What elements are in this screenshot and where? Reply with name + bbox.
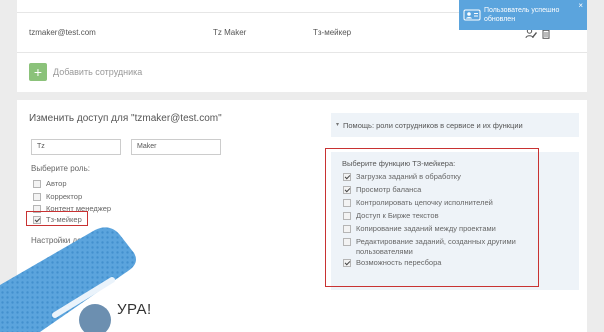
function-label: Возможность пересбора (356, 258, 442, 267)
role-label: Автор (46, 179, 67, 188)
celebration-caption: УРА! (117, 301, 152, 318)
function-option[interactable]: Возможность пересбора (343, 258, 441, 267)
close-icon[interactable]: × (578, 1, 583, 10)
toast-message: Пользователь успешно обновлен (484, 7, 560, 23)
function-label: Просмотр баланса (356, 185, 422, 194)
table-divider (17, 52, 587, 53)
function-label: Доступ к Бирже текстов (356, 211, 439, 220)
function-label: Копирование заданий между проектами (356, 224, 496, 233)
role-checkbox[interactable] (33, 179, 41, 188)
user-card-icon (463, 9, 481, 21)
function-checkbox[interactable] (343, 224, 351, 233)
user-role-cell: Тз-мейкер (313, 28, 352, 37)
functions-title: Выберите функцию ТЗ-мейкера: (342, 159, 456, 168)
function-label: Загрузка заданий в обработку (356, 172, 461, 181)
last-name-field[interactable]: Maker (131, 139, 221, 155)
success-toast: Пользователь успешно обновлен × (459, 0, 587, 30)
user-email-cell: tzmaker@test.com (29, 28, 96, 37)
function-checkbox[interactable] (343, 185, 351, 194)
function-checkbox[interactable] (343, 172, 351, 181)
chevron-down-icon: ▾ (336, 122, 340, 128)
choose-role-label: Выберите роль: (31, 164, 90, 173)
role-option-author[interactable]: Автор (33, 179, 67, 188)
function-option[interactable]: Контролировать цепочку исполнителей (343, 198, 493, 207)
function-checkbox[interactable] (343, 198, 351, 207)
function-label: Редактирование заданий, созданных другим… (356, 237, 516, 256)
first-name-field[interactable]: Tz (31, 139, 121, 155)
function-option[interactable]: Доступ к Бирже текстов (343, 211, 439, 220)
role-option-corrector[interactable]: Корректор (33, 192, 82, 201)
function-option[interactable]: Копирование заданий между проектами (343, 224, 496, 233)
function-option[interactable]: Просмотр баланса (343, 185, 421, 194)
function-option[interactable]: Редактирование заданий, созданных другим… (343, 237, 533, 256)
role-checkbox[interactable] (33, 192, 41, 201)
help-panel-text: Помощь: роли сотрудников в сервисе и их … (343, 121, 523, 130)
role-highlight-frame (26, 211, 88, 226)
function-checkbox[interactable] (343, 211, 351, 220)
add-employee-link[interactable]: Добавить сотрудника (53, 67, 142, 77)
add-employee-button[interactable]: + (29, 63, 47, 81)
function-label: Контролировать цепочку исполнителей (356, 198, 493, 207)
user-name-cell: Tz Maker (213, 28, 247, 37)
help-panel[interactable]: ▾ Помощь: роли сотрудников в сервисе и и… (331, 113, 579, 137)
function-checkbox[interactable] (343, 258, 351, 267)
role-label: Корректор (46, 192, 83, 201)
function-checkbox[interactable] (343, 238, 351, 246)
function-option[interactable]: Загрузка заданий в обработку (343, 172, 461, 181)
edit-access-title: Изменить доступ для "tzmaker@test.com" (29, 113, 222, 124)
celebration-illustration (0, 227, 136, 332)
